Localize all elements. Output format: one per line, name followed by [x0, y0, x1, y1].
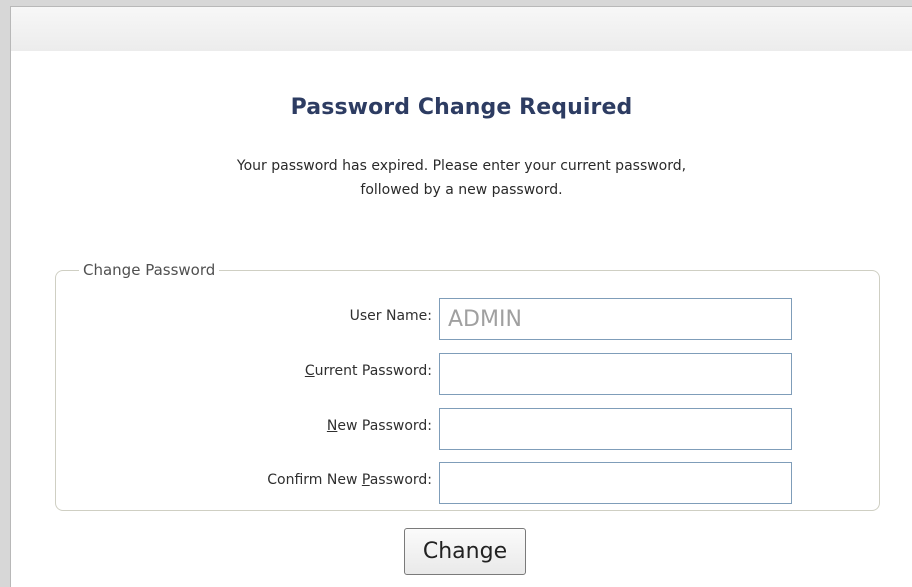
expired-message: Your password has expired. Please enter …	[11, 154, 912, 202]
change-button[interactable]: Change	[404, 528, 526, 575]
password-change-window: Password Change Required Your password h…	[10, 6, 912, 587]
current-password-field[interactable]	[439, 353, 792, 395]
new-password-label: New Password:	[326, 418, 432, 434]
change-password-fieldset: Change Password User Name: Current Passw…	[55, 259, 880, 511]
expired-message-line-2: followed by a new password.	[360, 182, 563, 198]
confirm-password-row: Confirm New Password:	[56, 462, 879, 504]
username-label: User Name:	[349, 308, 432, 324]
expired-message-line-1: Your password has expired. Please enter …	[236, 158, 687, 174]
dialog-content: Password Change Required Your password h…	[11, 51, 912, 587]
confirm-password-field[interactable]	[439, 462, 792, 504]
new-password-field[interactable]	[439, 408, 792, 450]
username-field[interactable]	[439, 298, 792, 340]
change-password-legend: Change Password	[79, 259, 220, 281]
username-row: User Name:	[56, 298, 879, 340]
confirm-password-label: Confirm New Password:	[267, 472, 432, 488]
new-password-row: New Password:	[56, 408, 879, 450]
window-top-strip	[11, 7, 912, 52]
page-title: Password Change Required	[290, 95, 633, 120]
current-password-row: Current Password:	[56, 353, 879, 395]
current-password-label: Current Password:	[304, 363, 432, 379]
